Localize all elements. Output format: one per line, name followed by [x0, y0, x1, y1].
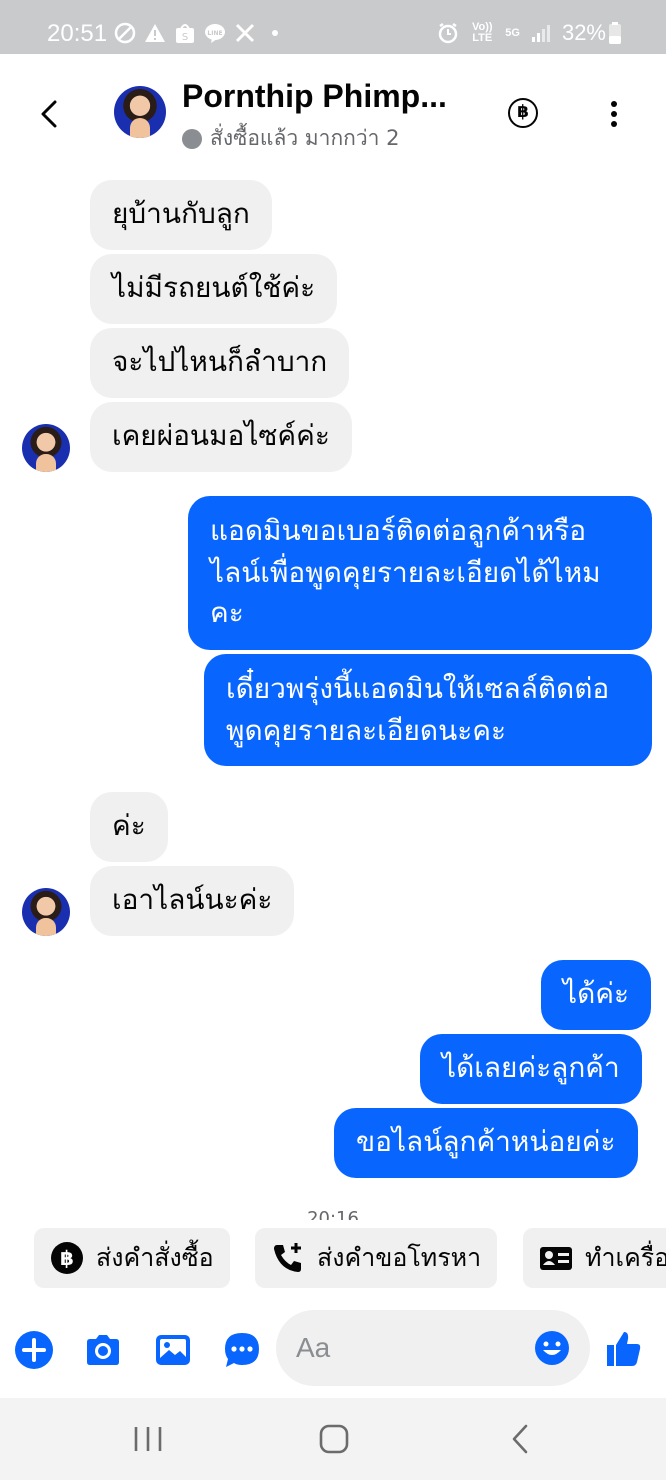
message-outgoing[interactable]: ได้ค่ะ [541, 960, 652, 1030]
x-icon [235, 23, 255, 43]
sender-avatar[interactable] [22, 424, 70, 472]
signal-icon [531, 25, 550, 42]
back-arrow-icon[interactable] [30, 94, 70, 134]
message-incoming[interactable]: ค่ะ [90, 792, 168, 862]
chat-header: Pornthip Phimp... สั่งซื้อแล้ว มากกว่า 2… [0, 54, 666, 172]
status-time: 20:51 [47, 20, 108, 47]
contact-card-icon [540, 1247, 572, 1270]
svg-text:LINE: LINE [207, 30, 222, 37]
contact-status: สั่งซื้อแล้ว มากกว่า 2 [182, 122, 400, 155]
message-outgoing[interactable]: เดี๋ยวพรุ่งนี้แอดมินให้เซลล์ติดต่อ พูดคุ… [204, 654, 652, 766]
shopee-icon: S [176, 24, 194, 43]
status-bar: 20:51 S LINE Vo)) LTE 5G 32% [0, 0, 666, 54]
quick-action-label: ส่งคำขอโทรหา [317, 1243, 482, 1272]
quick-action-contact-card[interactable]: ทำเครื่อ [523, 1228, 666, 1288]
more-notifications-dot-icon [272, 30, 278, 36]
sender-avatar[interactable] [22, 888, 70, 936]
message-incoming[interactable]: ยุบ้านกับลูก [90, 180, 272, 250]
message-outgoing[interactable]: แอดมินขอเบอร์ติดต่อลูกค้าหรือ ไลน์เพื่อพ… [188, 496, 652, 650]
contact-name[interactable]: Pornthip Phimp... [182, 78, 447, 115]
more-options-icon[interactable] [598, 98, 630, 130]
baht-circle-icon: ฿ [51, 1242, 83, 1274]
quick-actions-bar: ฿ ส่งคำสั่งซื้อ ส่งคำขอโทรหา ทำเครื่อ [0, 1228, 666, 1290]
volte-indicator: Vo)) LTE [471, 21, 493, 44]
thumbs-up-icon[interactable] [604, 1328, 644, 1368]
message-composer [0, 1310, 666, 1396]
message-incoming[interactable]: เอาไลน์นะค่ะ [90, 866, 295, 936]
quick-action-send-order[interactable]: ฿ ส่งคำสั่งซื้อ [34, 1228, 230, 1288]
message-incoming[interactable]: จะไปไหนก็ลำบาก [90, 328, 350, 398]
camera-icon[interactable] [83, 1330, 123, 1370]
line-icon: LINE [205, 24, 225, 43]
network-5g-indicator: 5G [505, 26, 520, 39]
home-icon[interactable] [317, 1424, 351, 1454]
message-line: พูดคุยรายละเอียดนะคะ [226, 714, 507, 747]
message-line: แอดมินขอเบอร์ติดต่อลูกค้าหรือ [210, 514, 587, 547]
phone-add-icon [274, 1243, 301, 1272]
recent-apps-icon[interactable] [131, 1424, 165, 1454]
svg-text:S: S [182, 32, 188, 43]
nav-back-icon[interactable] [504, 1424, 538, 1454]
message-outgoing[interactable]: ได้เลยค่ะลูกค้า [420, 1034, 642, 1104]
gallery-icon[interactable] [153, 1330, 193, 1370]
plus-circle-icon[interactable] [14, 1330, 54, 1370]
message-line: คะ [210, 596, 244, 629]
message-outgoing[interactable]: ขอไลน์ลูกค้าหน่อยค่ะ [334, 1108, 638, 1178]
svg-text:฿: ฿ [60, 1246, 74, 1270]
contact-avatar[interactable] [114, 86, 166, 138]
message-line: ไลน์เพื่อพูดคุยรายละเอียดได้ไหม [210, 556, 601, 589]
message-timestamp: 20:16 [307, 1208, 359, 1220]
chat-bubble-dots-icon[interactable] [222, 1330, 262, 1370]
quick-action-label: ส่งคำสั่งซื้อ [96, 1243, 214, 1272]
battery-percent: 32% [561, 20, 606, 45]
message-input-wrapper [276, 1310, 590, 1386]
battery-icon [609, 22, 621, 44]
message-line: เดี๋ยวพรุ่งนี้แอดมินให้เซลล์ติดต่อ [226, 672, 610, 705]
alarm-icon [439, 22, 458, 44]
payment-baht-button[interactable]: ฿ [508, 98, 538, 128]
quick-action-label: ทำเครื่อ [585, 1243, 666, 1272]
message-incoming[interactable]: ไม่มีรถยนต์ใช้ค่ะ [90, 254, 338, 324]
status-dot-icon [182, 128, 202, 149]
notification-icons: S LINE [114, 22, 286, 44]
message-incoming[interactable]: เคยผ่อนมอไซค์ค่ะ [90, 402, 352, 472]
emoji-icon[interactable] [534, 1330, 570, 1366]
quick-action-call-request[interactable]: ส่งคำขอโทรหา [255, 1228, 498, 1288]
system-indicators: Vo)) LTE 5G 32% [437, 20, 622, 46]
contact-status-text: สั่งซื้อแล้ว มากกว่า 2 [210, 126, 400, 150]
message-input[interactable] [296, 1328, 536, 1368]
system-nav-bar [0, 1398, 666, 1480]
warning-icon [145, 24, 165, 42]
dnd-icon [114, 22, 136, 44]
